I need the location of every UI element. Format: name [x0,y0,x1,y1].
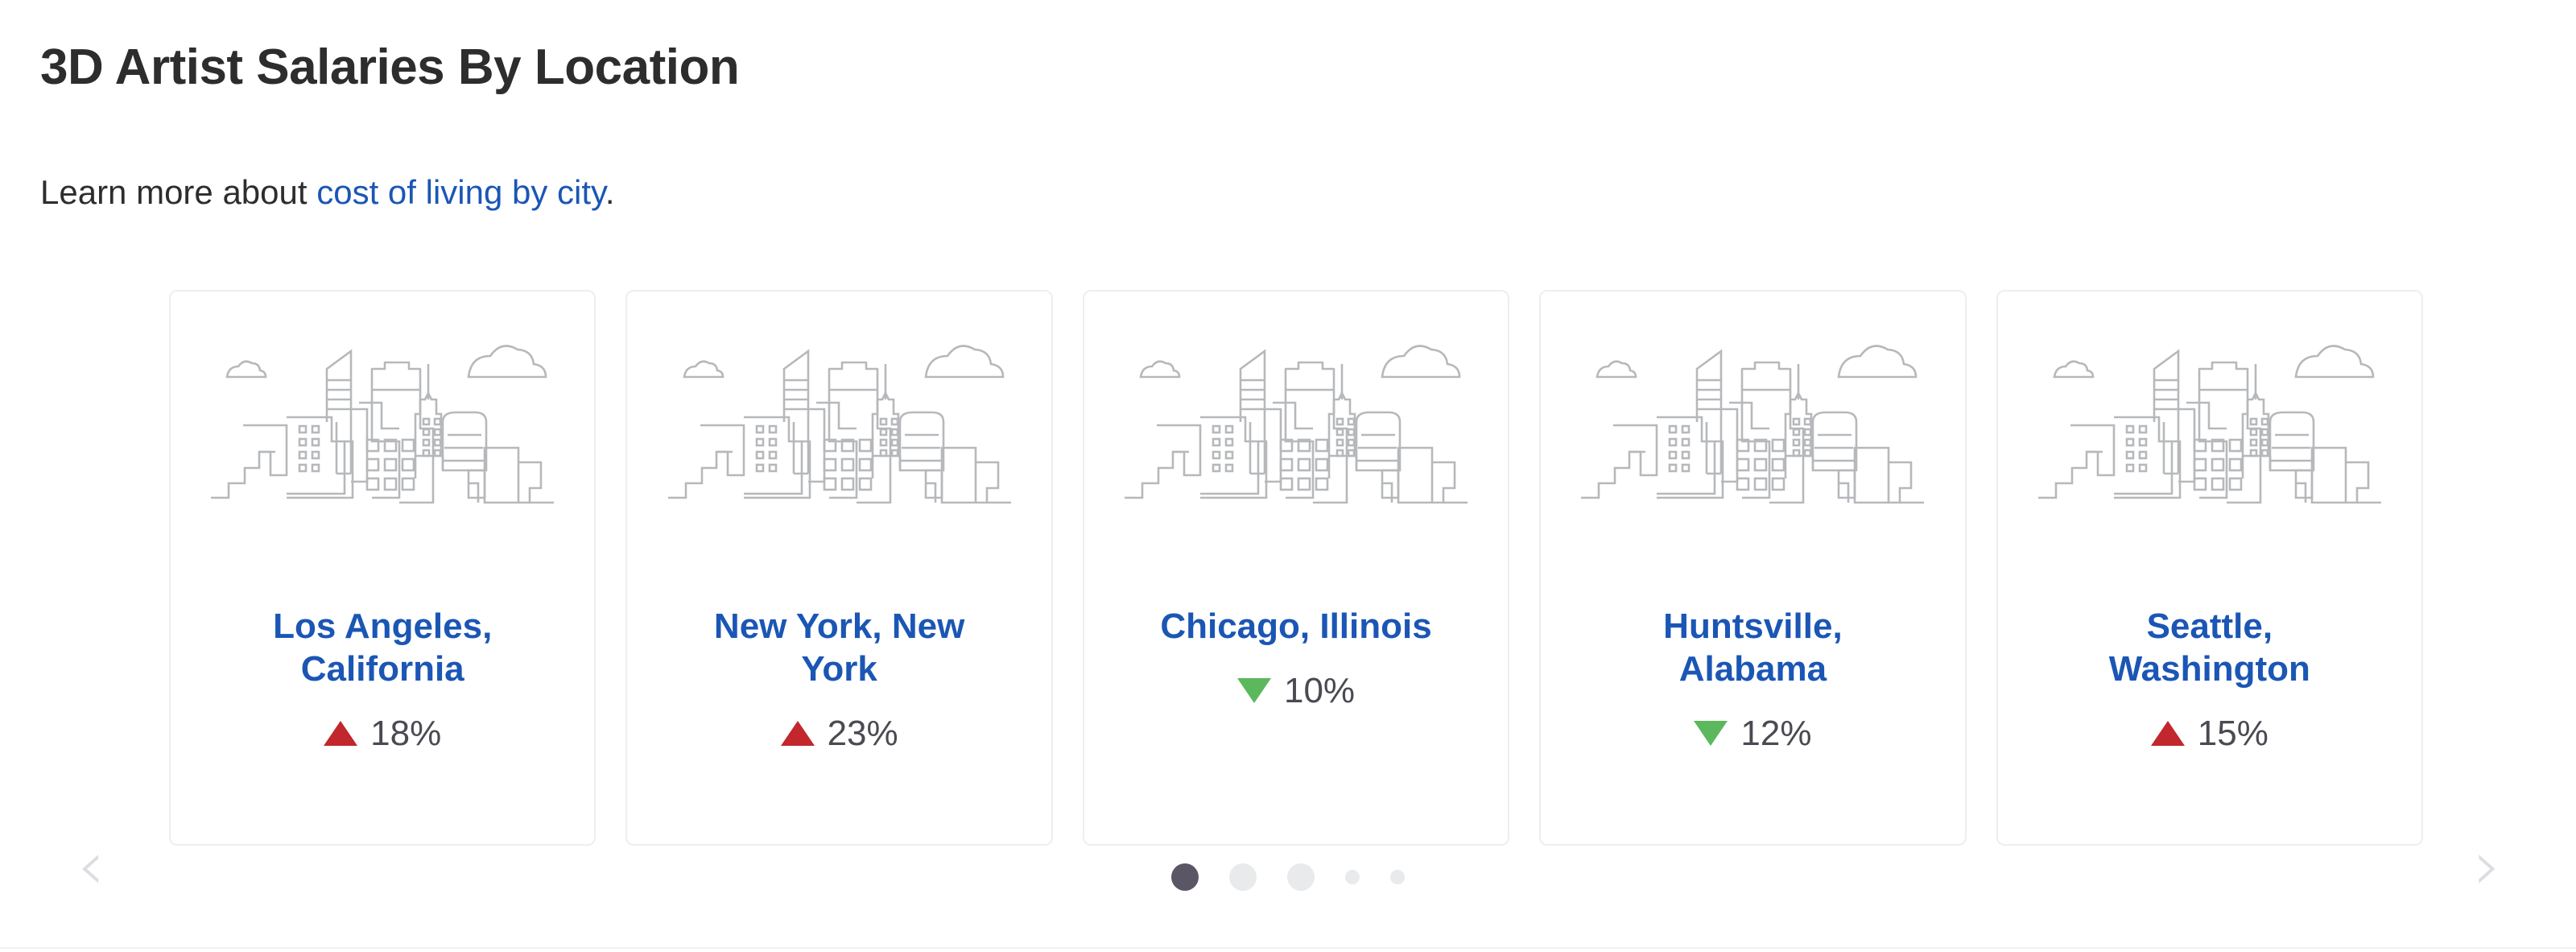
carousel-pagination [0,863,2576,891]
delta-value: 15% [2197,713,2268,753]
pagination-dot[interactable] [1229,863,1257,891]
delta-value: 23% [827,713,898,753]
delta-value: 12% [1740,713,1812,753]
city-card[interactable]: New York, New York 23% [625,290,1053,846]
subtitle-prefix: Learn more about [40,173,317,211]
salary-delta: 15% [2150,713,2268,754]
city-card-list: Los Angeles, California 18% New York, Ne… [169,290,2424,846]
salary-delta: 12% [1694,714,1811,754]
city-card[interactable]: Huntsville, Alabama 12% [1539,290,1967,846]
city-skyline-icon [1084,322,1508,540]
page-title: 3D Artist Salaries By Location [40,39,740,95]
city-card-body: New York, New York 23% [627,540,1051,844]
triangle-down-icon [1236,678,1271,704]
city-card-body: Seattle, Washington 15% [1998,540,2421,844]
salary-delta: 23% [780,713,898,754]
pagination-dot[interactable] [1171,863,1199,891]
city-card-body: Los Angeles, California 18% [171,540,594,844]
salary-delta: 10% [1236,670,1356,711]
subtitle: Learn more about cost of living by city. [40,173,615,212]
delta-value: 18% [370,713,442,753]
city-card[interactable]: Seattle, Washington 15% [1996,290,2424,846]
city-carousel: ‹ › Los Angeles, California 18% New York… [0,290,2576,900]
pagination-dot[interactable] [1287,863,1315,891]
city-card-body: Huntsville, Alabama 12% [1541,540,1964,844]
city-card-body: Chicago, Illinois 10% [1084,540,1508,844]
salary-delta: 18% [324,714,441,754]
city-card[interactable]: Los Angeles, California 18% [169,290,597,846]
triangle-up-icon [324,721,358,747]
bottom-divider [0,947,2576,949]
triangle-down-icon [1694,721,1728,747]
city-skyline-icon [171,322,594,540]
city-card[interactable]: Chicago, Illinois 10% [1082,290,1510,846]
subtitle-suffix: . [605,173,615,211]
delta-value: 10% [1283,670,1356,710]
city-name[interactable]: Los Angeles, California [221,606,543,691]
city-name[interactable]: New York, New York [679,606,1001,691]
pagination-dot[interactable] [1390,870,1405,884]
pagination-dot[interactable] [1345,870,1360,884]
city-name[interactable]: Huntsville, Alabama [1591,606,1913,691]
cost-of-living-link[interactable]: cost of living by city [316,173,605,211]
city-skyline-icon [1998,322,2421,540]
salaries-by-location-widget: 3D Artist Salaries By Location Learn mor… [0,0,2576,952]
triangle-up-icon [780,721,815,747]
city-skyline-icon [1541,322,1964,540]
triangle-up-icon [2150,721,2185,747]
city-skyline-icon [627,322,1051,540]
city-name[interactable]: Seattle, Washington [2049,606,2371,691]
city-name[interactable]: Chicago, Illinois [1160,606,1431,648]
